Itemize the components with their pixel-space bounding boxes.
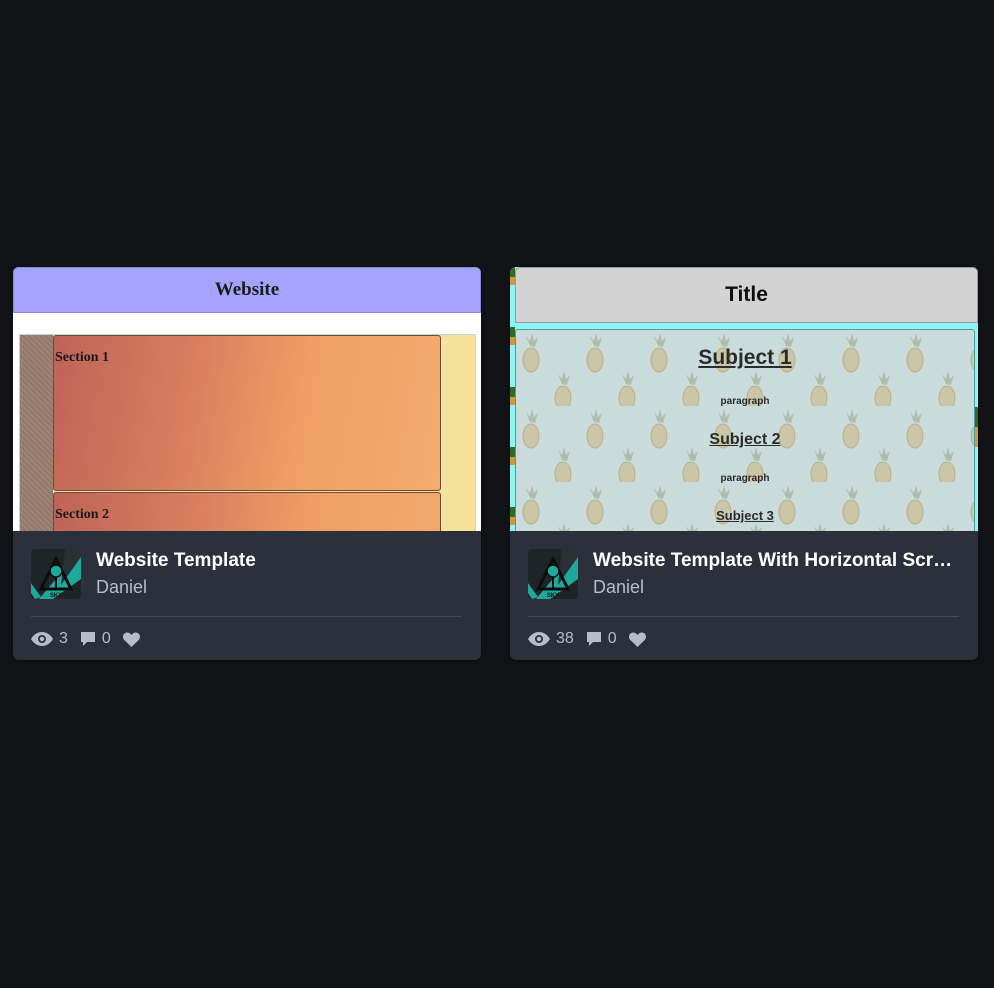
author-avatar[interactable]: SKY xyxy=(528,549,578,599)
heart-icon xyxy=(628,631,646,647)
preview-content: Subject 1 paragraph Subject 2 paragraph … xyxy=(515,329,975,531)
like-button[interactable] xyxy=(122,631,140,647)
preview-subject-3: Subject 3 xyxy=(716,508,774,523)
card-meta: SKY Website Template With Horizontal Scr… xyxy=(528,549,960,601)
card-author[interactable]: Daniel xyxy=(593,577,644,598)
card-divider xyxy=(528,616,959,617)
eye-icon xyxy=(528,632,550,646)
views-count: 38 xyxy=(556,630,574,647)
views-stat: 3 xyxy=(31,630,68,648)
preview-section-1: Section 1 xyxy=(53,335,441,491)
author-avatar[interactable]: SKY xyxy=(31,549,81,599)
comments-count: 0 xyxy=(101,630,111,647)
views-count: 3 xyxy=(59,630,68,647)
card-stats: 3 0 xyxy=(31,627,152,651)
preview-header: Website xyxy=(13,267,481,313)
preview-frame: Section 1 Section 2 xyxy=(19,334,476,531)
card-title[interactable]: Website Template xyxy=(96,550,461,572)
card-title[interactable]: Website Template With Horizontal Scro... xyxy=(593,550,958,572)
views-stat: 38 xyxy=(528,630,574,648)
card-divider xyxy=(31,616,462,617)
preview-header: Title xyxy=(515,267,978,323)
card-stats: 38 0 xyxy=(528,627,658,651)
pen-preview[interactable]: Website Section 1 Section 2 xyxy=(13,267,481,531)
heart-icon xyxy=(122,631,140,647)
top-band xyxy=(0,0,994,254)
comments-stat[interactable]: 0 xyxy=(586,630,617,648)
comment-icon xyxy=(80,632,95,646)
preview-paragraph-1: paragraph xyxy=(720,396,770,407)
preview-subject-1: Subject 1 xyxy=(698,346,792,369)
comments-stat[interactable]: 0 xyxy=(80,630,111,648)
pen-card-website-template[interactable]: Website Section 1 Section 2 SKY Website … xyxy=(13,267,481,660)
preview-section-label: Section 2 xyxy=(55,507,110,522)
svg-text:SKY: SKY xyxy=(547,593,559,599)
like-button[interactable] xyxy=(628,631,646,647)
pen-card-horizontal-scroll[interactable]: Title Subject 1 paragraph Subject 2 para… xyxy=(510,267,978,660)
preview-section-label: Section 1 xyxy=(55,350,110,365)
avatar-logo-icon: SKY xyxy=(31,549,81,599)
preview-section-2: Section 2 xyxy=(53,492,441,531)
eye-icon xyxy=(31,632,53,646)
comments-count: 0 xyxy=(607,630,617,647)
card-meta: SKY Website Template Daniel xyxy=(31,549,463,601)
comment-icon xyxy=(586,632,601,646)
preview-side-strip xyxy=(20,335,53,531)
pen-preview[interactable]: Title Subject 1 paragraph Subject 2 para… xyxy=(510,267,978,531)
svg-text:SKY: SKY xyxy=(50,593,62,599)
card-author[interactable]: Daniel xyxy=(96,577,147,598)
preview-subject-2: Subject 2 xyxy=(709,431,781,448)
preview-paragraph-2: paragraph xyxy=(720,473,770,484)
avatar-logo-icon: SKY xyxy=(528,549,578,599)
